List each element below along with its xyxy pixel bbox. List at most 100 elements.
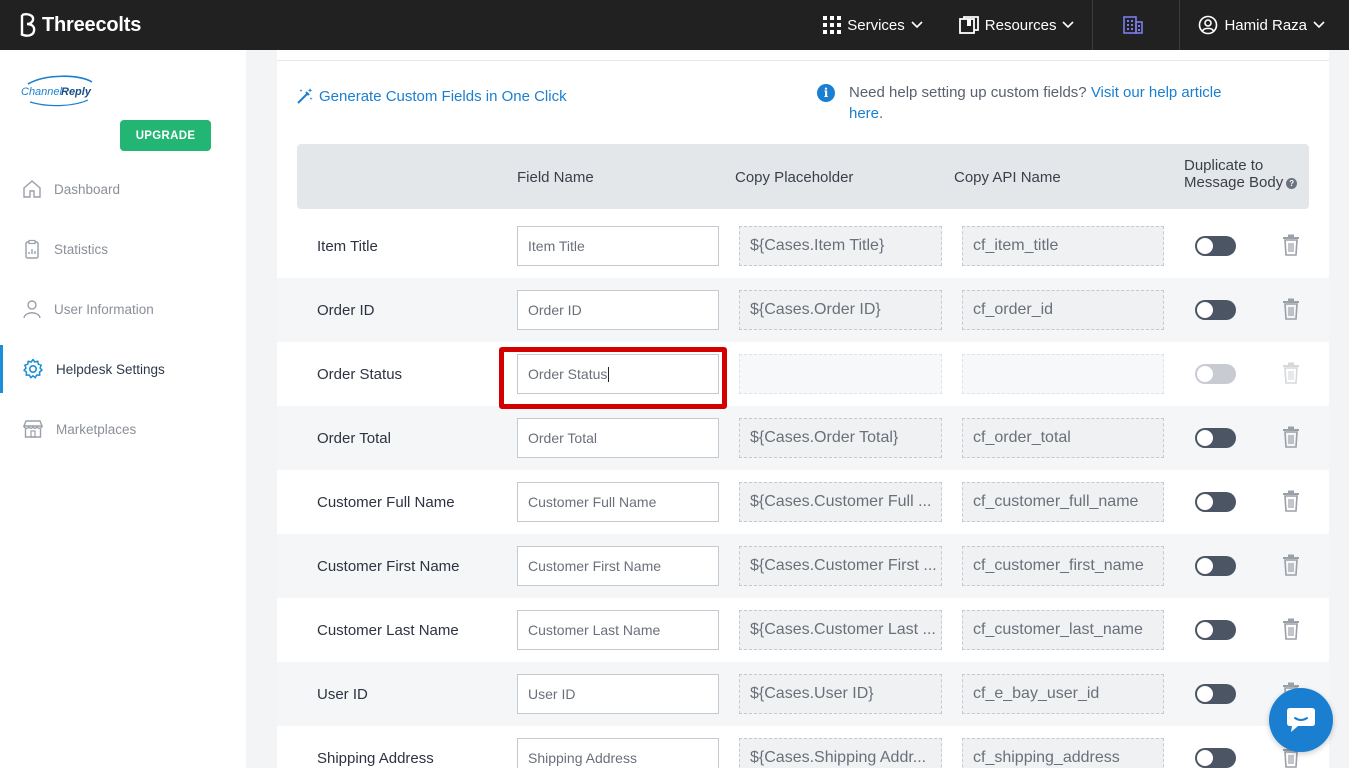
copy-api-name-field[interactable]: cf_item_title bbox=[962, 226, 1164, 266]
generate-link-label: Generate Custom Fields in One Click bbox=[319, 87, 567, 105]
chat-widget-button[interactable] bbox=[1269, 688, 1333, 752]
copy-api-name-field[interactable] bbox=[962, 354, 1164, 394]
organization-button[interactable] bbox=[1093, 0, 1179, 50]
sidebar-item-dashboard[interactable]: Dashboard bbox=[0, 165, 246, 213]
help-text: Need help setting up custom fields? bbox=[849, 84, 1087, 101]
duplicate-toggle[interactable] bbox=[1195, 428, 1236, 448]
table-row: User ID User ID ${Cases.User ID} cf_e_bay_u… bbox=[277, 662, 1329, 726]
copy-placeholder-field[interactable]: ${Cases.Customer Full ... bbox=[739, 482, 942, 522]
copy-placeholder-field[interactable] bbox=[739, 354, 942, 394]
top-divider bbox=[277, 60, 1329, 61]
row-label: Item Title bbox=[317, 237, 378, 255]
home-icon bbox=[23, 180, 41, 198]
field-name-input[interactable]: Customer Full Name bbox=[517, 482, 719, 522]
highlight-annotation bbox=[499, 347, 727, 409]
row-label: Order Status bbox=[317, 365, 403, 383]
main-panel: Generate Custom Fields in One Click i Ne… bbox=[277, 50, 1329, 768]
table-row: Customer First Name Customer First Name ${… bbox=[277, 534, 1329, 598]
field-name-input[interactable]: Order Total bbox=[517, 418, 719, 458]
sidebar-item-statistics[interactable]: Statistics bbox=[0, 225, 246, 273]
field-name-input[interactable]: Shipping Address bbox=[517, 738, 719, 768]
trash-icon[interactable] bbox=[1282, 426, 1300, 453]
row-label: Customer First Name bbox=[317, 557, 460, 575]
threecolts-logo[interactable]: Threecolts bbox=[18, 12, 141, 38]
services-menu[interactable]: Services bbox=[805, 0, 941, 50]
chat-bubble-icon bbox=[1287, 708, 1315, 732]
book-icon bbox=[958, 16, 979, 34]
field-name-input[interactable]: Order ID bbox=[517, 290, 719, 330]
copy-api-name-field[interactable]: cf_e_bay_user_id bbox=[962, 674, 1164, 714]
table-header: Field Name Copy Placeholder Copy API Nam… bbox=[297, 144, 1309, 209]
help-period: . bbox=[879, 105, 884, 122]
trash-icon[interactable] bbox=[1282, 554, 1300, 581]
chevron-down-icon bbox=[1313, 21, 1325, 29]
field-name-input[interactable]: Item Title bbox=[517, 226, 719, 266]
copy-placeholder-field[interactable]: ${Cases.Item Title} bbox=[739, 226, 942, 266]
duplicate-toggle[interactable] bbox=[1195, 300, 1236, 320]
field-name-value: Order Total bbox=[528, 430, 597, 446]
copy-api-name-field[interactable]: cf_customer_last_name bbox=[962, 610, 1164, 650]
table-row: Order Status Order Status bbox=[277, 342, 1329, 406]
copy-api-name-field[interactable]: cf_customer_full_name bbox=[962, 482, 1164, 522]
copy-placeholder-field[interactable]: ${Cases.Customer First ... bbox=[739, 546, 942, 586]
copy-placeholder-field[interactable]: ${Cases.Shipping Addr... bbox=[739, 738, 942, 768]
resources-menu[interactable]: Resources bbox=[941, 0, 1093, 50]
duplicate-toggle[interactable] bbox=[1195, 236, 1236, 256]
field-name-input[interactable]: Customer Last Name bbox=[517, 610, 719, 650]
field-name-input[interactable]: User ID bbox=[517, 674, 719, 714]
duplicate-toggle[interactable] bbox=[1195, 748, 1236, 768]
trash-icon[interactable] bbox=[1282, 618, 1300, 645]
sidebar: Channel Reply UPGRADE Dashboard Statisti… bbox=[0, 50, 246, 768]
header-duplicate-line1: Duplicate to bbox=[1184, 157, 1264, 174]
trash-icon[interactable] bbox=[1282, 490, 1300, 517]
trash-icon[interactable] bbox=[1282, 298, 1300, 325]
grid-icon bbox=[823, 16, 842, 34]
user-menu[interactable]: Hamid Raza bbox=[1180, 0, 1349, 50]
copy-placeholder-field[interactable]: ${Cases.Order Total} bbox=[739, 418, 942, 458]
trash-icon[interactable] bbox=[1282, 234, 1300, 261]
row-label: Order ID bbox=[317, 301, 375, 319]
table-row: Item Title Item Title ${Cases.Item Title} c… bbox=[277, 214, 1329, 278]
trash-icon[interactable] bbox=[1282, 362, 1300, 389]
upgrade-button[interactable]: UPGRADE bbox=[120, 120, 211, 151]
duplicate-toggle[interactable] bbox=[1195, 364, 1236, 384]
top-nav: Services Resources Hamid Raza bbox=[805, 0, 1349, 50]
row-label: Customer Full Name bbox=[317, 493, 455, 511]
sidebar-item-label: Marketplaces bbox=[56, 421, 137, 437]
copy-api-name-field[interactable]: cf_order_id bbox=[962, 290, 1164, 330]
duplicate-toggle[interactable] bbox=[1195, 556, 1236, 576]
field-name-input[interactable]: Customer First Name bbox=[517, 546, 719, 586]
sidebar-item-label: User Information bbox=[54, 301, 154, 317]
header-copy-placeholder: Copy Placeholder bbox=[735, 169, 854, 186]
top-bar: Threecolts Services Resources Hamid Raza bbox=[0, 0, 1349, 50]
user-circle-icon bbox=[1199, 15, 1218, 35]
svg-text:Reply: Reply bbox=[61, 86, 92, 98]
svg-text:Channel: Channel bbox=[21, 86, 63, 98]
copy-placeholder-field[interactable]: ${Cases.Customer Last ... bbox=[739, 610, 942, 650]
copy-api-name-field[interactable]: cf_customer_first_name bbox=[962, 546, 1164, 586]
channelreply-logo[interactable]: Channel Reply bbox=[20, 72, 100, 108]
row-label: Shipping Address bbox=[317, 749, 434, 767]
chevron-down-icon bbox=[911, 21, 923, 29]
table-row: Order Total Order Total ${Cases.Order Tota… bbox=[277, 406, 1329, 470]
copy-placeholder-field[interactable]: ${Cases.Order ID} bbox=[739, 290, 942, 330]
field-name-value: Customer Last Name bbox=[528, 622, 661, 638]
user-name: Hamid Raza bbox=[1224, 16, 1307, 34]
sidebar-item-label: Helpdesk Settings bbox=[56, 361, 165, 377]
sidebar-item-label: Dashboard bbox=[54, 181, 121, 197]
copy-placeholder-field[interactable]: ${Cases.User ID} bbox=[739, 674, 942, 714]
resources-label: Resources bbox=[984, 16, 1057, 34]
copy-api-name-field[interactable]: cf_order_total bbox=[962, 418, 1164, 458]
duplicate-toggle[interactable] bbox=[1195, 492, 1236, 512]
user-icon bbox=[23, 300, 41, 319]
duplicate-toggle[interactable] bbox=[1195, 620, 1236, 640]
copy-api-name-field[interactable]: cf_shipping_address bbox=[962, 738, 1164, 768]
sidebar-item-helpdesk-settings[interactable]: Helpdesk Settings bbox=[0, 345, 246, 393]
help-question-icon[interactable]: ? bbox=[1286, 177, 1298, 189]
duplicate-toggle[interactable] bbox=[1195, 684, 1236, 704]
generate-custom-fields-link[interactable]: Generate Custom Fields in One Click bbox=[296, 87, 567, 105]
row-label: Order Total bbox=[317, 429, 391, 447]
sidebar-item-marketplaces[interactable]: Marketplaces bbox=[0, 405, 246, 453]
sidebar-item-user-information[interactable]: User Information bbox=[0, 285, 246, 333]
row-label: Customer Last Name bbox=[317, 621, 459, 639]
